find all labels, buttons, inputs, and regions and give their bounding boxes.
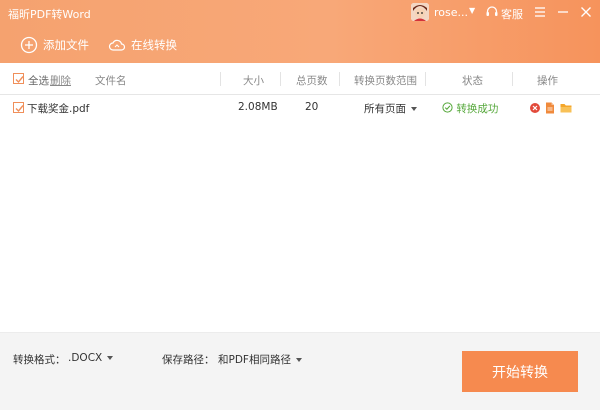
col-header-status: 状态 xyxy=(462,75,483,87)
col-separator xyxy=(512,72,513,86)
save-path-value: 和PDF相同路径 xyxy=(218,354,291,366)
chevron-down-icon xyxy=(107,356,114,360)
cloud-icon xyxy=(108,39,126,51)
check-circle-icon xyxy=(442,102,453,113)
col-header-range: 转换页数范围 xyxy=(354,75,417,87)
col-separator xyxy=(339,72,340,86)
user-avatar[interactable] xyxy=(411,3,429,21)
plus-circle-icon xyxy=(20,36,38,54)
row-size: 2.08MB xyxy=(238,101,278,113)
col-header-filename: 文件名 xyxy=(95,75,127,87)
format-value: .DOCX xyxy=(68,352,103,364)
minimize-icon[interactable] xyxy=(554,3,572,21)
col-header-actions: 操作 xyxy=(537,75,558,87)
app-title: 福昕PDF转Word xyxy=(8,8,91,21)
col-separator xyxy=(280,72,281,86)
delete-icon[interactable] xyxy=(528,101,542,115)
close-icon[interactable] xyxy=(577,3,595,21)
chevron-down-icon xyxy=(411,107,417,111)
add-file-button[interactable]: 添加文件 xyxy=(20,35,89,55)
col-header-pages: 总页数 xyxy=(296,75,328,87)
save-path-label: 保存路径： xyxy=(162,354,215,366)
file-table-header: 全选 删除 文件名 大小 总页数 转换页数范围 状态 操作 xyxy=(0,63,600,95)
save-path-dropdown[interactable]: 和PDF相同路径 xyxy=(218,352,302,367)
bottom-bar: 转换格式： .DOCX 保存路径： 和PDF相同路径 开始转换 xyxy=(0,332,600,410)
row-range-dropdown[interactable]: 所有页面 xyxy=(364,101,417,116)
col-separator xyxy=(220,72,221,86)
online-convert-button[interactable]: 在线转换 xyxy=(108,35,177,55)
add-file-label: 添加文件 xyxy=(43,38,89,52)
user-name[interactable]: rose... xyxy=(434,6,468,19)
headset-icon[interactable] xyxy=(485,5,499,19)
select-all-checkbox[interactable] xyxy=(13,73,24,84)
table-row[interactable]: 下载奖金.pdf 2.08MB 20 所有页面 转换成功 xyxy=(0,95,600,121)
start-convert-button[interactable]: 开始转换 xyxy=(462,351,578,392)
format-dropdown[interactable]: .DOCX xyxy=(68,352,114,364)
row-status-label: 转换成功 xyxy=(456,103,499,115)
delete-link[interactable]: 删除 xyxy=(50,73,71,88)
row-range-value: 所有页面 xyxy=(364,103,406,115)
online-convert-label: 在线转换 xyxy=(131,38,177,52)
col-header-size: 大小 xyxy=(243,75,264,87)
user-menu-caret-icon[interactable]: ▼ xyxy=(469,6,475,15)
support-label[interactable]: 客服 xyxy=(501,6,523,22)
row-filename: 下载奖金.pdf xyxy=(27,103,90,115)
folder-icon[interactable] xyxy=(559,101,573,115)
row-pages: 20 xyxy=(305,101,319,113)
col-separator xyxy=(425,72,426,86)
open-document-icon[interactable] xyxy=(543,101,557,115)
format-label: 转换格式： xyxy=(13,354,66,366)
chevron-down-icon xyxy=(295,358,302,362)
row-checkbox[interactable] xyxy=(13,102,24,113)
select-all-label[interactable]: 全选 xyxy=(28,73,49,88)
row-status: 转换成功 xyxy=(442,101,498,116)
menu-icon[interactable] xyxy=(531,3,549,21)
title-bar: 福昕PDF转Word rose... ▼ 客服 添加文件 在线转换 xyxy=(0,0,600,63)
